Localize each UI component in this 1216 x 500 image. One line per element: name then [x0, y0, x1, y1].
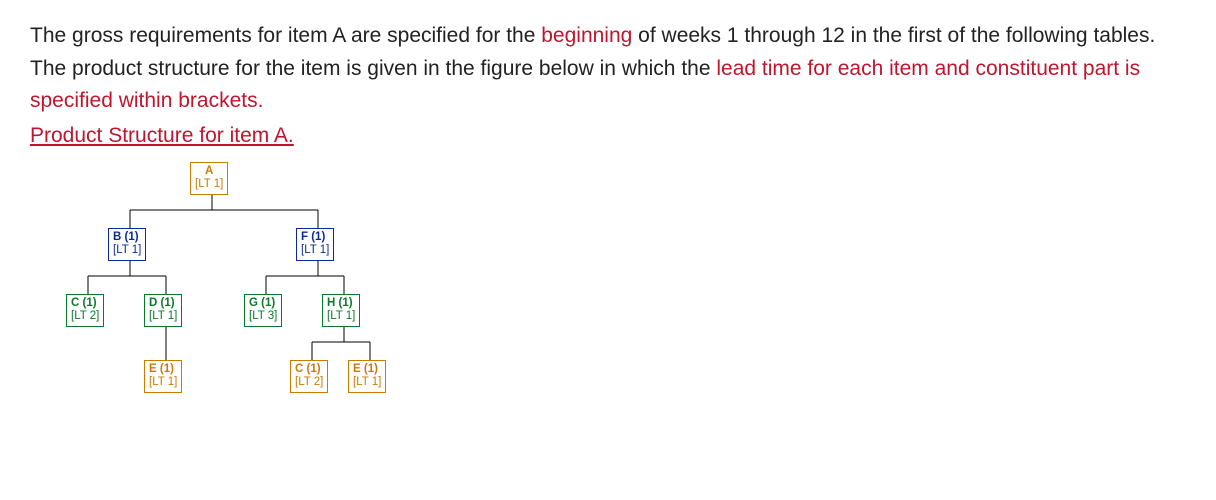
- node-h-c-label: C (1): [295, 363, 323, 376]
- node-c: C (1) [LT 2]: [66, 294, 104, 326]
- node-e-label: E (1): [149, 363, 177, 376]
- node-g: G (1) [LT 3]: [244, 294, 282, 326]
- node-f-label: F (1): [301, 231, 329, 244]
- problem-paragraph: The gross requirements for item A are sp…: [30, 20, 1186, 118]
- node-d-label: D (1): [149, 297, 177, 310]
- node-b-lt: [LT 1]: [113, 244, 141, 257]
- node-h-e-label: E (1): [353, 363, 381, 376]
- node-b: B (1) [LT 1]: [108, 228, 146, 260]
- node-e: E (1) [LT 1]: [144, 360, 182, 392]
- node-g-label: G (1): [249, 297, 277, 310]
- node-a: A [LT 1]: [190, 162, 228, 194]
- node-a-label: A: [195, 165, 223, 178]
- structure-title: Product Structure for item A.: [30, 120, 1186, 153]
- node-d: D (1) [LT 1]: [144, 294, 182, 326]
- paragraph-text-1: The gross requirements for item A are sp…: [30, 24, 541, 47]
- product-structure-tree: A [LT 1] B (1) [LT 1] F (1) [LT 1] C (1)…: [40, 158, 420, 448]
- node-a-lt: [LT 1]: [195, 178, 223, 191]
- node-h-label: H (1): [327, 297, 355, 310]
- node-h-c-lt: [LT 2]: [295, 376, 323, 389]
- node-h-lt: [LT 1]: [327, 310, 355, 323]
- node-g-lt: [LT 3]: [249, 310, 277, 323]
- node-h-e-lt: [LT 1]: [353, 376, 381, 389]
- node-f-lt: [LT 1]: [301, 244, 329, 257]
- node-h-c: C (1) [LT 2]: [290, 360, 328, 392]
- node-f: F (1) [LT 1]: [296, 228, 334, 260]
- node-b-label: B (1): [113, 231, 141, 244]
- node-h-e: E (1) [LT 1]: [348, 360, 386, 392]
- node-d-lt: [LT 1]: [149, 310, 177, 323]
- node-c-lt: [LT 2]: [71, 310, 99, 323]
- node-c-label: C (1): [71, 297, 99, 310]
- node-h: H (1) [LT 1]: [322, 294, 360, 326]
- paragraph-highlight-beginning: beginning: [541, 24, 632, 47]
- node-e-lt: [LT 1]: [149, 376, 177, 389]
